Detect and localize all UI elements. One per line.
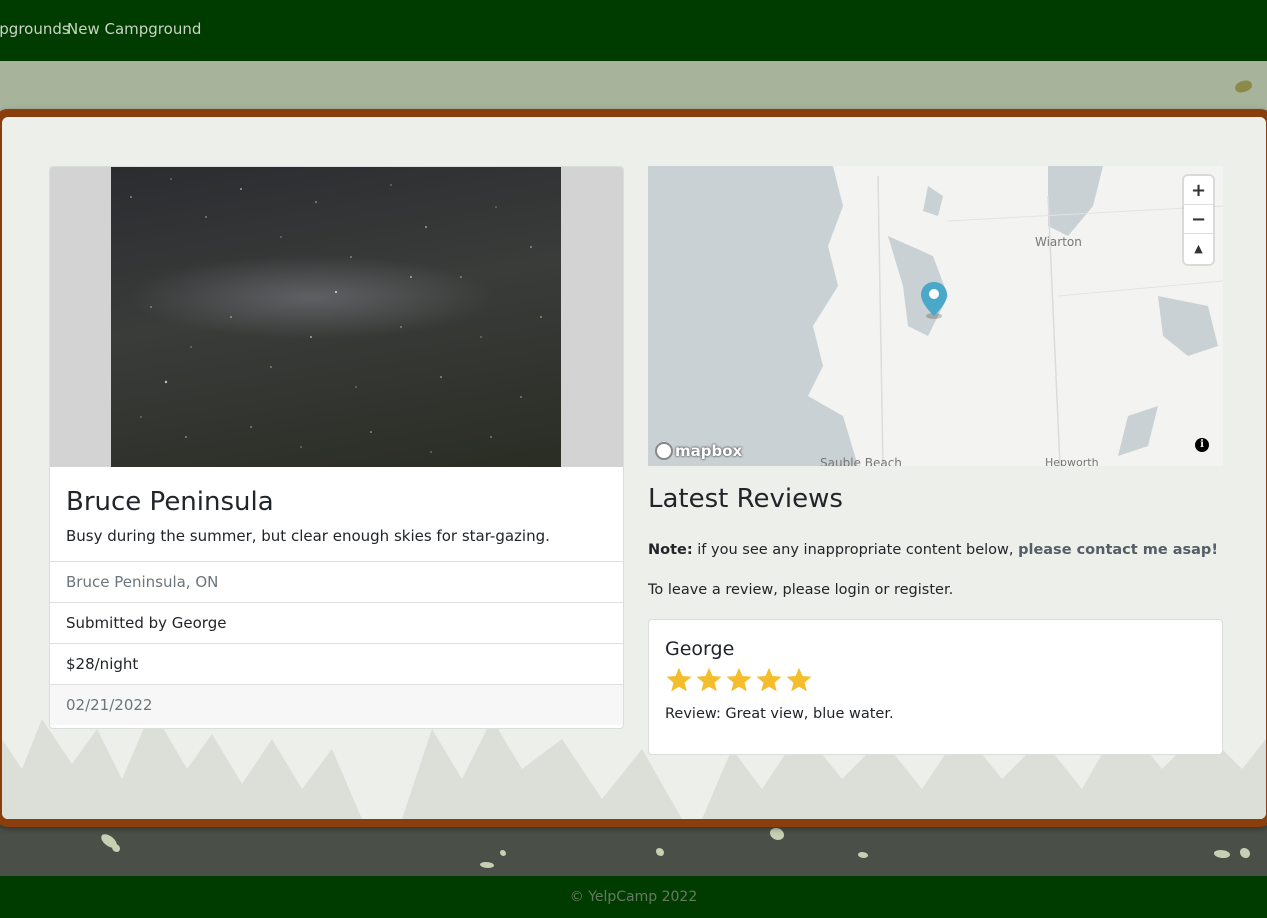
map-label-wiarton: Wiarton [1035, 235, 1082, 249]
leave-review-text: To leave a review, please login or regis… [648, 582, 954, 598]
campground-image-frame [50, 167, 623, 467]
star-icon [756, 667, 782, 692]
campground-card: Bruce Peninsula Busy during the summer, … [49, 166, 624, 729]
map[interactable]: Wiarton Sauble Beach Hepworth + − ▲ mapb… [648, 166, 1223, 466]
campground-card-body: Bruce Peninsula Busy during the summer, … [50, 467, 623, 561]
mapbox-logo[interactable]: mapbox [655, 442, 742, 460]
leaf-decoration [1234, 79, 1253, 94]
map-label-hepworth: Hepworth [1045, 456, 1099, 466]
campground-image [111, 167, 561, 467]
campground-price: $28/night [50, 643, 623, 684]
map-marker-icon[interactable] [919, 280, 949, 320]
campground-title: Bruce Peninsula [66, 487, 274, 517]
map-label-sauble-beach: Sauble Beach [820, 456, 902, 466]
campground-description: Busy during the summer, but clear enough… [66, 527, 550, 545]
note-label: Note: [648, 542, 693, 558]
reviews-title: Latest Reviews [648, 484, 843, 514]
mapbox-logo-text: mapbox [675, 442, 743, 460]
star-icon [726, 667, 752, 692]
contact-text: please contact me asap! [1018, 542, 1218, 558]
nav-link-new-campground[interactable]: New Campground [67, 20, 201, 38]
starfield [130, 178, 542, 453]
footer-copyright: © YelpCamp 2022 [569, 889, 698, 905]
footer: © YelpCamp 2022 [0, 876, 1267, 918]
campground-date: 02/21/2022 [50, 684, 623, 725]
map-controls: + − ▲ [1184, 176, 1213, 264]
forest-background [0, 820, 1267, 876]
note-text: if you see any inappropriate content bel… [692, 542, 1019, 558]
zoom-out-button[interactable]: − [1184, 205, 1213, 234]
compass-button[interactable]: ▲ [1184, 234, 1213, 263]
navbar: Campgrounds New Campground [0, 0, 1267, 61]
star-rating [665, 666, 1206, 694]
campground-submitted-by: Submitted by George [50, 602, 623, 643]
review-text: Review: Great view, blue water. [665, 706, 894, 722]
review-note: Note: if you see any inappropriate conte… [648, 542, 1218, 558]
star-icon [786, 667, 812, 692]
attribution-info-icon[interactable]: i [1195, 438, 1209, 452]
nav-link-campgrounds[interactable]: Campgrounds [0, 20, 70, 38]
zoom-in-button[interactable]: + [1184, 176, 1213, 205]
star-icon [666, 667, 692, 692]
review-card: George Review: Great view, blue water. [648, 619, 1223, 755]
star-icon [696, 667, 722, 692]
campground-location: Bruce Peninsula, ON [50, 561, 623, 602]
mapbox-logo-icon [655, 442, 673, 460]
review-author: George [665, 638, 735, 660]
